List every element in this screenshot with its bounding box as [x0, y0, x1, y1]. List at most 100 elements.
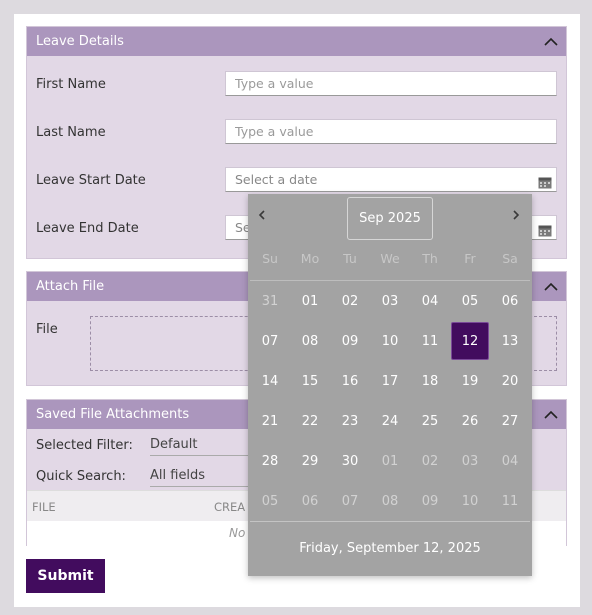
calendar-day-label: 03 — [381, 293, 399, 309]
calendar-day[interactable]: 03 — [370, 281, 410, 321]
selected-filter-label: Selected Filter: — [36, 438, 133, 453]
calendar-day-label: 06 — [301, 493, 319, 509]
calendar-day-label: 31 — [261, 293, 279, 309]
calendar-day-label: 08 — [301, 333, 319, 349]
calendar-day[interactable]: 27 — [490, 401, 530, 441]
calendar-day[interactable]: 17 — [370, 361, 410, 401]
calendar-day-label: 12 — [451, 322, 489, 360]
calendar-day[interactable]: 23 — [330, 401, 370, 441]
calendar-day[interactable]: 30 — [330, 441, 370, 481]
start-date-field[interactable]: Select a date — [225, 167, 557, 192]
calendar-day-label: 26 — [461, 413, 479, 429]
calendar-day[interactable]: 06 — [490, 281, 530, 321]
calendar-day[interactable]: 08 — [370, 481, 410, 521]
calendar-day[interactable]: 31 — [250, 281, 290, 321]
calendar-day-label: 03 — [461, 453, 479, 469]
quick-search-label: Quick Search: — [36, 469, 126, 484]
calendar-day-label: 30 — [341, 453, 359, 469]
calendar-day[interactable]: 01 — [290, 281, 330, 321]
calendar-day[interactable]: 07 — [250, 321, 290, 361]
calendar-day[interactable]: 16 — [330, 361, 370, 401]
calendar-day[interactable]: 20 — [490, 361, 530, 401]
calendar-day[interactable]: 18 — [410, 361, 450, 401]
calendar-day[interactable]: 10 — [370, 321, 410, 361]
calendar-day-label: 05 — [261, 493, 279, 509]
chevron-up-icon[interactable] — [544, 410, 558, 422]
calendar-day[interactable]: 02 — [410, 441, 450, 481]
calendar-day-label: 29 — [301, 453, 319, 469]
calendar-day-label: 20 — [501, 373, 519, 389]
calendar-day[interactable]: 22 — [290, 401, 330, 441]
calendar-day[interactable]: 04 — [410, 281, 450, 321]
calendar-day[interactable]: 03 — [450, 441, 490, 481]
calendar-day-label: 04 — [421, 293, 439, 309]
chevron-right-icon[interactable] — [511, 206, 523, 220]
calendar-day[interactable]: 05 — [450, 281, 490, 321]
calendar-day-label: 22 — [301, 413, 319, 429]
calendar-day-label: 10 — [381, 333, 399, 349]
calendar-day[interactable]: 29 — [290, 441, 330, 481]
calendar-day[interactable]: 21 — [250, 401, 290, 441]
calendar-day-label: 08 — [381, 493, 399, 509]
calendar-day[interactable]: 09 — [330, 321, 370, 361]
chevron-left-icon[interactable] — [257, 206, 269, 220]
calendar-day[interactable]: 26 — [450, 401, 490, 441]
chevron-up-icon[interactable] — [544, 282, 558, 294]
calendar-day[interactable]: 07 — [330, 481, 370, 521]
calendar-day-label: 04 — [501, 453, 519, 469]
calendar-day-label: 25 — [421, 413, 439, 429]
quick-search-select[interactable]: All fields — [150, 468, 260, 487]
calendar-day[interactable]: 06 — [290, 481, 330, 521]
empty-message: No — [229, 526, 246, 540]
column-header-file[interactable]: FILE — [32, 500, 56, 514]
calendar-day-label: 24 — [381, 413, 399, 429]
leave-details-header[interactable]: Leave Details — [27, 27, 566, 56]
chevron-up-icon[interactable] — [544, 37, 558, 49]
calendar-day[interactable]: 11 — [490, 481, 530, 521]
weekday-label: Fr — [464, 251, 476, 266]
calendar-day-label: 11 — [501, 493, 519, 509]
weekday-label: Th — [422, 251, 438, 266]
calendar-day[interactable]: 25 — [410, 401, 450, 441]
leave-details-title: Leave Details — [36, 34, 124, 49]
calendar-day-label: 07 — [341, 493, 359, 509]
calendar-day-label: 06 — [501, 293, 519, 309]
weekday-label: Su — [262, 251, 278, 266]
calendar-day[interactable]: 09 — [410, 481, 450, 521]
calendar-day[interactable]: 10 — [450, 481, 490, 521]
weekday-label: Sa — [502, 251, 518, 266]
calendar-icon[interactable] — [538, 221, 552, 237]
month-title-button[interactable]: Sep 2025 — [347, 197, 433, 240]
end-date-label: Leave End Date — [36, 221, 139, 236]
calendar-day[interactable]: 14 — [250, 361, 290, 401]
first-name-field[interactable] — [225, 71, 557, 96]
start-date-placeholder: Select a date — [235, 172, 318, 187]
attach-file-title: Attach File — [36, 279, 105, 294]
calendar-day[interactable]: 15 — [290, 361, 330, 401]
calendar-day[interactable]: 08 — [290, 321, 330, 361]
last-name-field[interactable] — [225, 119, 557, 144]
calendar-day-label: 23 — [341, 413, 359, 429]
calendar-day-selected[interactable]: 12 — [450, 321, 490, 361]
calendar-day-label: 05 — [461, 293, 479, 309]
calendar-day-label: 14 — [261, 373, 279, 389]
calendar-day[interactable]: 01 — [370, 441, 410, 481]
calendar-day[interactable]: 13 — [490, 321, 530, 361]
selected-filter-select[interactable]: Default — [150, 437, 260, 456]
calendar-day[interactable]: 24 — [370, 401, 410, 441]
calendar-day-label: 07 — [261, 333, 279, 349]
calendar-day-label: 01 — [381, 453, 399, 469]
weekday-label: Mo — [300, 251, 320, 266]
calendar-day[interactable]: 05 — [250, 481, 290, 521]
calendar-day[interactable]: 11 — [410, 321, 450, 361]
calendar-day[interactable]: 04 — [490, 441, 530, 481]
calendar-day-label: 11 — [421, 333, 439, 349]
calendar-day[interactable]: 19 — [450, 361, 490, 401]
first-name-label: First Name — [36, 77, 106, 92]
calendar-day-label: 17 — [381, 373, 399, 389]
submit-button[interactable]: Submit — [26, 559, 105, 593]
calendar-day[interactable]: 28 — [250, 441, 290, 481]
column-header-created[interactable]: CREA — [214, 500, 245, 514]
calendar-icon[interactable] — [538, 173, 552, 189]
calendar-day[interactable]: 02 — [330, 281, 370, 321]
